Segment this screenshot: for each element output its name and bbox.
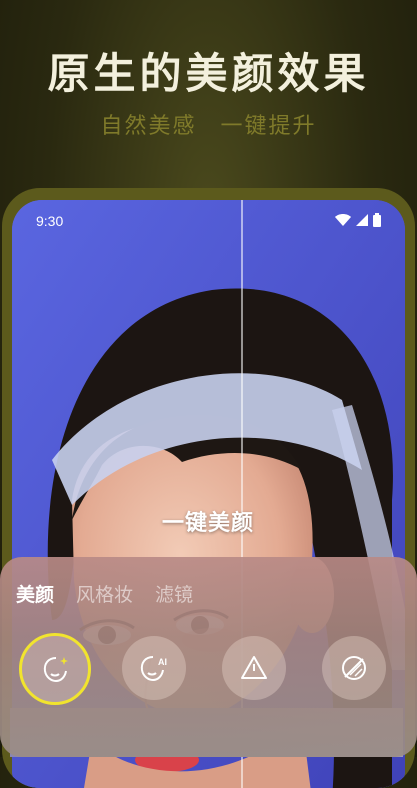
tool-face-sparkle[interactable]: [19, 633, 91, 705]
wifi-icon: [335, 214, 351, 226]
tool-ai-beauty[interactable]: AI: [122, 636, 186, 700]
status-time: 9:30: [36, 213, 64, 229]
promo-subline: 自然美感 一键提升: [100, 114, 317, 139]
beauty-tools: AI: [0, 633, 417, 708]
triangle-icon: [241, 656, 267, 679]
tab-style-makeup[interactable]: 风格妆: [76, 580, 133, 607]
face-ai-icon: AI: [140, 656, 167, 682]
cellular-icon: [356, 214, 368, 226]
svg-text:AI: AI: [158, 657, 167, 667]
no-filter-icon: [342, 656, 366, 680]
tab-filter[interactable]: 滤镜: [155, 580, 193, 607]
panel-tabs: 美颜 风格妆 滤镜: [16, 580, 193, 607]
promo-headline: 原生的美颜效果: [47, 49, 370, 98]
battery-icon: [373, 213, 381, 227]
tab-beauty[interactable]: 美颜: [16, 580, 54, 607]
face-sparkle-icon: [43, 657, 68, 683]
tool-no-filter[interactable]: [322, 636, 386, 700]
status-bar: 9:30: [12, 200, 405, 240]
compare-label: 一键美颜: [162, 511, 255, 536]
tool-triangle[interactable]: [222, 636, 286, 700]
